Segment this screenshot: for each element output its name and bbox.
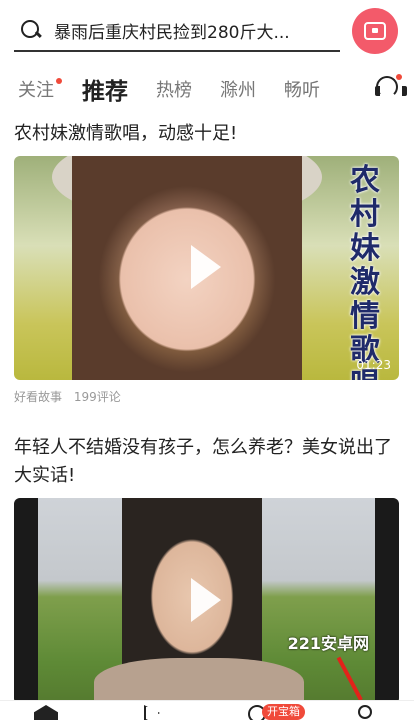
notification-dot (56, 78, 62, 84)
watermark-text: 221安卓网 (287, 634, 369, 653)
tab-following-label: 关注 (18, 80, 54, 101)
tab-audio[interactable]: 畅听 (284, 76, 320, 102)
overlay-char: 农 (350, 163, 380, 198)
bottom-navigation: 开宝箱 (0, 700, 414, 720)
tab-hot-list[interactable]: 热榜 (156, 76, 192, 102)
card-title[interactable]: 年轻人不结婚没有孩子，怎么养老？美女说出了大实话! (0, 434, 414, 490)
red-arrow-annotation (336, 656, 363, 701)
overlay-char: 村 (350, 197, 380, 232)
tab-local-chuzhou[interactable]: 滁州 (220, 76, 256, 102)
notification-dot (396, 74, 402, 80)
card-title[interactable]: 农村妹激情歌唱，动感十足! (0, 120, 414, 148)
search-icon[interactable] (18, 17, 44, 43)
tab-local-label: 滁州 (220, 80, 256, 101)
overlay-char: 激 (350, 265, 380, 300)
thumbnail-image-shirt (94, 658, 304, 704)
play-icon[interactable] (190, 578, 231, 624)
comment-count[interactable]: 199评论 (74, 390, 121, 404)
treasure-chest-icon (364, 22, 386, 40)
overlay-char: 情 (350, 299, 380, 334)
tab-recommended-label: 推荐 (82, 79, 128, 105)
play-icon[interactable] (190, 245, 231, 291)
thumbnail-image-face (72, 156, 302, 380)
tab-recommended[interactable]: 推荐 (82, 72, 128, 106)
channel-tabs: 关注 推荐 热榜 滁州 畅听 (0, 66, 414, 112)
search-query-text: 暴雨后重庆村民捡到280斤大... (54, 22, 290, 43)
feed-card[interactable]: 年轻人不结婚没有孩子，怎么养老？美女说出了大实话! 221安卓网 (0, 434, 414, 704)
source-name[interactable]: 好看故事 (14, 390, 62, 404)
open-treasure-badge[interactable]: 开宝箱 (262, 704, 305, 720)
tab-audio-label: 畅听 (284, 80, 320, 101)
video-overlay-text: 农 村 妹 激 情 歌 唱 (345, 163, 385, 381)
profile-icon[interactable] (358, 705, 372, 719)
treasure-box-button[interactable] (352, 8, 398, 54)
video-tab-icon[interactable] (144, 705, 160, 720)
video-thumbnail[interactable]: 221安卓网 (14, 498, 399, 704)
video-thumbnail[interactable]: 农 村 妹 激 情 歌 唱 01:23 (14, 156, 399, 380)
tab-following[interactable]: 关注 (18, 76, 62, 102)
search-input[interactable]: 暴雨后重庆村民捡到280斤大... (14, 10, 340, 52)
headphone-icon[interactable] (374, 74, 407, 100)
feed-card[interactable]: 农村妹激情歌唱，动感十足! 农 村 妹 激 情 歌 唱 01:23 好看故事 1… (0, 120, 414, 405)
card-meta: 好看故事 199评论 (0, 380, 414, 405)
home-icon[interactable] (34, 705, 58, 720)
thumbnail-side-bar (14, 498, 38, 704)
thumbnail-side-bar (375, 498, 399, 704)
search-bar-row: 暴雨后重庆村民捡到280斤大... (0, 0, 414, 64)
tab-hot-list-label: 热榜 (156, 80, 192, 101)
video-duration: 01:23 (356, 358, 391, 372)
overlay-char: 妹 (350, 231, 380, 266)
